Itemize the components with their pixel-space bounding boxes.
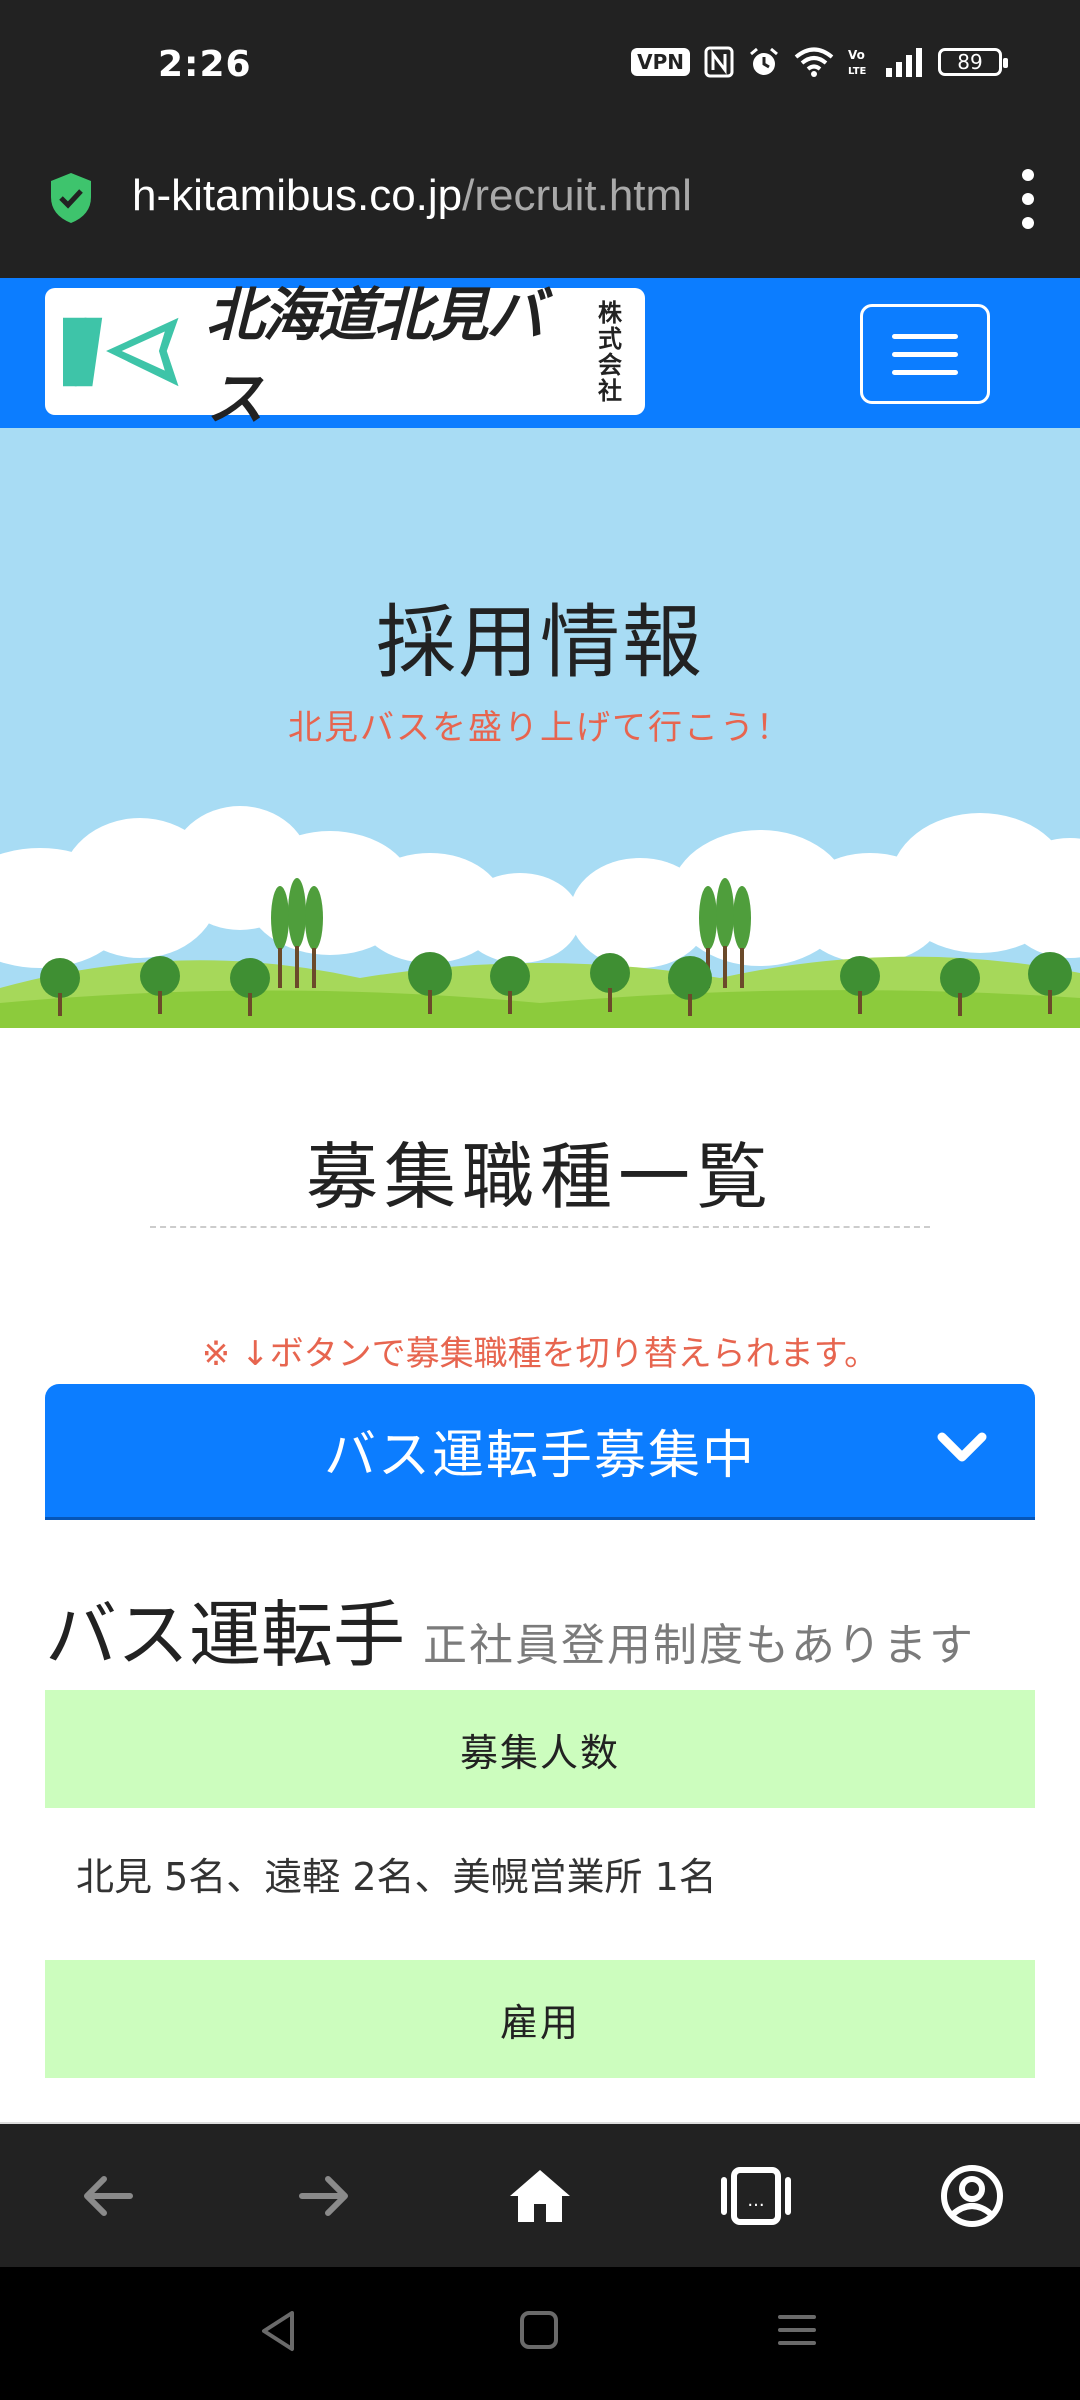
system-back-icon[interactable] xyxy=(258,2309,298,2353)
info-value-recruits: 北見 5名、遠軽 2名、美幌営業所 1名 xyxy=(76,1855,717,1899)
logo-kk-top: 株式 xyxy=(598,298,623,353)
site-header: 北海道北見バス 株式 会社 xyxy=(0,278,1080,433)
alarm-icon xyxy=(750,47,778,75)
system-home-icon[interactable] xyxy=(518,2309,560,2351)
forward-arrow-icon[interactable] xyxy=(288,2160,360,2232)
job-title: バス運転手 xyxy=(45,1593,406,1677)
secure-shield-icon xyxy=(51,173,91,223)
job-note: 正社員登用制度もあります xyxy=(423,1620,976,1671)
url-host: h-kitamibus.co.jp xyxy=(132,171,463,220)
signal-icon xyxy=(886,48,922,77)
status-bar: 2:26 VPN Vo LTE 89 xyxy=(0,0,1080,135)
url-text[interactable]: h-kitamibus.co.jp/recruit.html xyxy=(132,171,692,221)
system-menu-icon[interactable] xyxy=(776,2309,818,2351)
svg-text:LTE: LTE xyxy=(848,66,867,77)
section-divider xyxy=(150,1226,930,1228)
system-nav-bar xyxy=(0,2267,1080,2400)
hero-title: 採用情報 xyxy=(376,596,704,689)
svg-text:Vo: Vo xyxy=(848,48,865,62)
hero-banner: 採用情報 北見バスを盛り上げて行こう！ xyxy=(0,428,1080,1028)
info-header-recruits: 募集人数 xyxy=(45,1690,1035,1808)
svg-text:...: ... xyxy=(747,2190,764,2211)
job-select-label: バス運転手募集中 xyxy=(323,1426,756,1486)
chevron-down-icon xyxy=(937,1432,987,1462)
landscape-illustration xyxy=(0,806,1080,1028)
logo-kk-bottom: 会社 xyxy=(598,350,623,405)
home-icon[interactable] xyxy=(504,2160,576,2232)
logo-text: 北海道北見バス xyxy=(206,280,544,433)
url-path: /recruit.html xyxy=(462,171,692,220)
wifi-icon xyxy=(794,47,834,77)
status-icons: VPN Vo LTE 89 xyxy=(631,46,1008,78)
vpn-icon: VPN xyxy=(631,48,690,76)
logo-mark-icon xyxy=(63,317,179,386)
hero-subtitle: 北見バスを盛り上げて行こう！ xyxy=(288,708,792,748)
info-header-employment: 雇用 xyxy=(45,1960,1035,2078)
switch-note: ※ ↓ボタンで募集職種を切り替えられます。 xyxy=(201,1334,879,1374)
status-time: 2:26 xyxy=(158,44,252,85)
browser-toolbar: ... xyxy=(0,2122,1080,2267)
section-title: 募集職種一覧 xyxy=(305,1135,774,1219)
hamburger-menu-button[interactable] xyxy=(860,304,990,404)
browser-url-bar[interactable]: h-kitamibus.co.jp/recruit.html xyxy=(0,135,1080,278)
battery-icon: 89 xyxy=(938,48,1008,76)
nfc-icon xyxy=(704,46,734,78)
tabs-icon[interactable]: ... xyxy=(720,2160,792,2232)
job-category-select[interactable]: バス運転手募集中 xyxy=(45,1384,1035,1520)
site-logo[interactable]: 北海道北見バス 株式 会社 xyxy=(45,281,645,433)
logo-kabushiki: 株式 会社 xyxy=(598,300,645,404)
browser-menu-icon[interactable] xyxy=(1016,169,1040,229)
back-arrow-icon[interactable] xyxy=(72,2160,144,2232)
job-heading: バス運転手 正社員登用制度もあります xyxy=(45,1576,975,1681)
account-icon[interactable] xyxy=(936,2160,1008,2232)
volte-icon: Vo LTE xyxy=(848,48,867,77)
